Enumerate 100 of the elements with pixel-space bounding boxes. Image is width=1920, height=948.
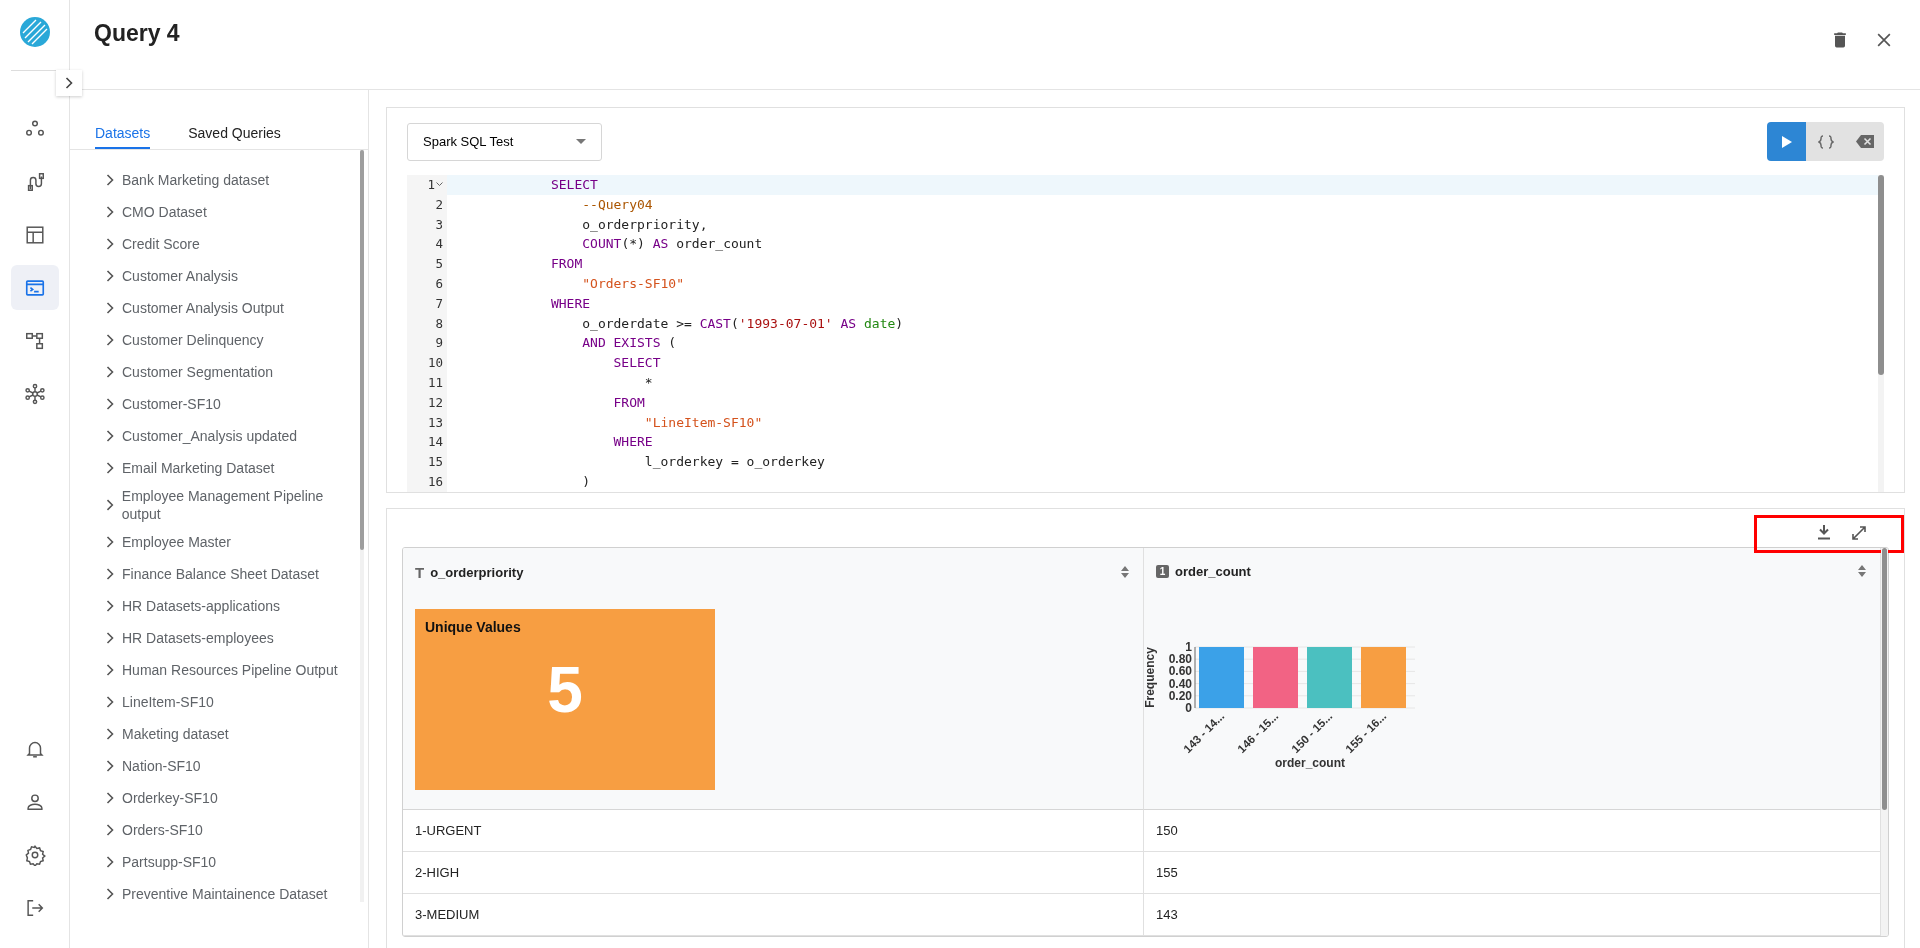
line-number: 2 <box>435 195 443 214</box>
dataset-item[interactable]: Preventive Maintainence Dataset <box>106 878 360 902</box>
scrollbar-thumb[interactable] <box>1878 175 1884 375</box>
chevron-right-icon <box>106 206 114 218</box>
line-number: 12 <box>427 393 443 412</box>
chevron-right-icon <box>106 632 114 644</box>
chevron-right-icon <box>106 568 114 580</box>
x-tick-label: 150 - 15... <box>1289 709 1335 755</box>
x-tick-label: 146 - 15... <box>1235 709 1281 755</box>
line-number: 14 <box>427 433 443 452</box>
chevron-right-icon <box>106 664 114 676</box>
code-line: "Orders-SF10" <box>581 275 685 293</box>
dataset-item[interactable]: Customer Segmentation <box>106 356 360 388</box>
code-line: FROM <box>549 255 584 274</box>
table-cell: 3-MEDIUM <box>403 893 1144 936</box>
line-number: 1 <box>427 176 435 194</box>
braces-icon <box>1817 134 1834 149</box>
page-title: Query 4 <box>94 20 180 47</box>
expand-sidebar-button[interactable] <box>56 70 82 96</box>
dataset-item[interactable]: Orderkey-SF10 <box>106 782 360 814</box>
dataset-item[interactable]: CMO Dataset <box>106 196 360 228</box>
table-cell: 2-HIGH <box>403 851 1144 894</box>
code-line: l_orderkey = o_orderkey <box>643 453 826 472</box>
table-cell: 1-URGENT <box>403 809 1144 852</box>
dataset-item[interactable]: HR Datasets-applications <box>106 590 360 622</box>
code-line: COUNT(*) AS order_count <box>581 235 764 254</box>
dataset-item[interactable]: Finance Balance Sheet Dataset <box>106 558 360 590</box>
dataset-item[interactable]: Customer_Analysis updated <box>106 420 360 452</box>
column-header: o_orderpriority <box>430 564 524 580</box>
chevron-right-icon <box>106 430 114 442</box>
terminal-icon[interactable] <box>10 265 59 310</box>
chevron-right-icon <box>106 334 114 346</box>
dataset-item[interactable]: Employee Management Pipeline output <box>106 484 360 526</box>
play-icon <box>1781 135 1792 148</box>
dataset-item[interactable]: Credit Score <box>106 228 360 260</box>
sidebar-tab[interactable]: Saved Queries <box>188 125 281 149</box>
code-line: ) <box>581 472 592 491</box>
run-button[interactable] <box>1767 122 1806 161</box>
chevron-right-icon <box>106 366 114 378</box>
dataset-item[interactable]: Orders-SF10 <box>106 814 360 846</box>
dataset-item[interactable]: Partsupp-SF10 <box>106 846 360 878</box>
sidebar-tab[interactable]: Datasets <box>95 125 151 149</box>
dataset-item[interactable]: Bank Marketing dataset <box>106 164 360 196</box>
chevron-right-icon <box>106 462 114 474</box>
y-tick-label: 1 <box>1185 639 1192 654</box>
table-cell: 143 <box>1144 893 1881 936</box>
sort-icon[interactable] <box>1858 565 1866 578</box>
y-axis-title: Frequency <box>1143 646 1157 708</box>
scrollbar-thumb[interactable] <box>1882 547 1887 810</box>
chevron-right-icon <box>106 824 114 836</box>
dataset-item[interactable]: Human Resources Pipeline Output <box>106 654 360 686</box>
engine-dropdown[interactable]: Spark SQL Test <box>407 122 602 161</box>
y-tick-label: 0.20 <box>1168 688 1192 703</box>
line-number: 9 <box>435 334 443 353</box>
chevron-right-icon <box>106 398 114 410</box>
code-line: SELECT <box>612 354 662 373</box>
dataset-item[interactable]: Maketing dataset <box>106 718 360 750</box>
dataset-item[interactable]: Customer Analysis Output <box>106 292 360 324</box>
dataset-item[interactable]: Nation-SF10 <box>106 750 360 782</box>
chevron-right-icon <box>106 499 114 511</box>
scrollbar-thumb[interactable] <box>360 150 364 550</box>
chevron-right-icon <box>106 536 114 548</box>
y-tick-label: 0 <box>1185 700 1192 715</box>
dataset-item[interactable]: LineItem-SF10 <box>106 686 360 718</box>
chevron-right-icon <box>106 792 114 804</box>
dataset-item[interactable]: Employee Master <box>106 526 360 558</box>
chevron-right-icon <box>65 77 73 89</box>
code-line: AND EXISTS ( <box>581 334 678 353</box>
dataset-item[interactable]: Email Marketing Dataset <box>106 452 360 484</box>
dataset-item[interactable]: HR Datasets-employees <box>106 622 360 654</box>
y-tick-label: 0.80 <box>1168 651 1192 666</box>
chevron-right-icon <box>106 600 114 612</box>
logo-icon[interactable] <box>18 16 51 48</box>
line-number: 13 <box>427 413 443 432</box>
clear-button[interactable] <box>1845 122 1884 161</box>
line-number: 8 <box>435 314 443 333</box>
card-title: Unique Values <box>425 618 522 635</box>
download-icon[interactable] <box>1815 523 1833 543</box>
chevron-right-icon <box>106 174 114 186</box>
code-line: o_orderdate >= CAST('1993-07-01' AS date) <box>581 314 905 333</box>
column-type-icon: 1 <box>1156 564 1169 578</box>
code-line: WHERE <box>612 433 654 452</box>
code-line: "LineItem-SF10" <box>643 413 764 432</box>
dataset-item[interactable]: Customer Analysis <box>106 260 360 292</box>
code-line: --Query04 <box>581 195 654 214</box>
chevron-right-icon <box>106 856 114 868</box>
chevron-right-icon <box>106 888 114 900</box>
x-axis-title: order_count <box>1275 755 1345 770</box>
dataset-item[interactable]: Customer Delinquency <box>106 324 360 356</box>
chevron-right-icon <box>106 302 114 314</box>
y-tick-label: 0.40 <box>1168 676 1192 691</box>
chevron-right-icon <box>106 270 114 282</box>
chevron-right-icon <box>106 238 114 250</box>
sort-icon[interactable] <box>1121 566 1129 579</box>
code-line: o_orderpriority, <box>581 215 709 234</box>
fold-icon[interactable] <box>436 182 443 188</box>
chevron-right-icon <box>106 760 114 772</box>
dataset-item[interactable]: Customer-SF10 <box>106 388 360 420</box>
line-number: 16 <box>427 472 443 491</box>
format-button[interactable] <box>1806 122 1845 161</box>
